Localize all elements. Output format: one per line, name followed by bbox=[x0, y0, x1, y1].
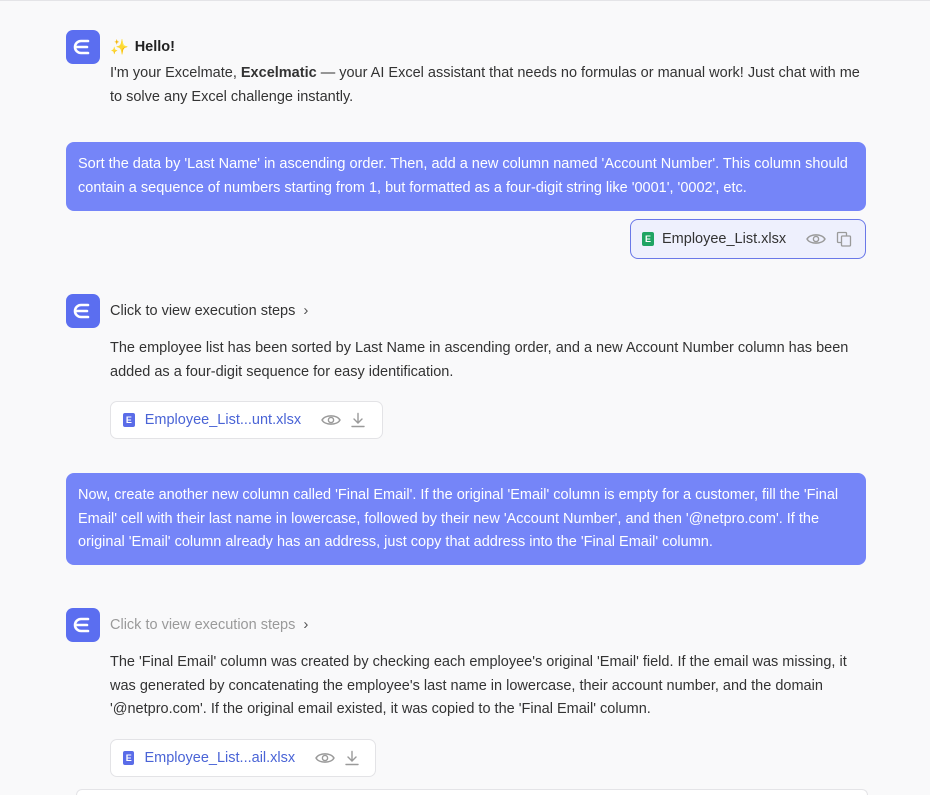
result-filename[interactable]: Employee_List...ail.xlsx bbox=[144, 750, 295, 766]
excelmatic-logo-icon bbox=[66, 30, 100, 64]
excel-file-icon: E bbox=[642, 232, 654, 246]
chevron-right-icon: › bbox=[303, 302, 309, 319]
assistant-reply: The 'Final Email' column was created by … bbox=[110, 654, 847, 717]
result-filename[interactable]: Employee_List...unt.xlsx bbox=[145, 412, 301, 428]
input-panel-edge bbox=[76, 789, 868, 795]
excel-file-icon: E bbox=[123, 413, 135, 427]
excelmatic-logo-icon bbox=[66, 608, 100, 642]
execution-steps-label: Click to view execution steps bbox=[110, 616, 296, 633]
chevron-right-icon: › bbox=[303, 616, 309, 633]
user-message: Now, create another new column called 'F… bbox=[66, 473, 866, 565]
view-execution-steps-link[interactable]: Click to view execution steps › bbox=[110, 616, 308, 633]
eye-icon[interactable] bbox=[804, 227, 828, 251]
result-file-card[interactable]: E Employee_List...unt.xlsx bbox=[110, 401, 383, 439]
greeting-intro: I'm your Excelmate, Excelmatic — your AI… bbox=[110, 62, 870, 109]
intro-prefix: I'm your Excelmate, bbox=[110, 65, 241, 81]
greeting-title: ✨ Hello! bbox=[110, 38, 175, 56]
result-file-card[interactable]: E Employee_List...ail.xlsx bbox=[110, 739, 376, 777]
user-message: Sort the data by 'Last Name' in ascendin… bbox=[66, 142, 866, 211]
greeting-title-text: Hello! bbox=[134, 39, 175, 55]
download-icon[interactable] bbox=[340, 746, 363, 770]
top-divider bbox=[0, 0, 930, 1]
eye-icon[interactable] bbox=[319, 408, 342, 432]
excel-file-icon: E bbox=[123, 751, 135, 765]
attachment-card[interactable]: E Employee_List.xlsx bbox=[630, 219, 866, 259]
sparkle-icon: ✨ bbox=[110, 39, 129, 56]
eye-icon[interactable] bbox=[313, 746, 336, 770]
brand-name: Excelmatic bbox=[240, 65, 317, 81]
attachment-filename: Employee_List.xlsx bbox=[662, 231, 787, 247]
assistant-reply: The employee list has been sorted by Las… bbox=[110, 340, 849, 380]
view-execution-steps-link[interactable]: Click to view execution steps › bbox=[110, 302, 308, 319]
excelmatic-logo-icon bbox=[66, 294, 100, 328]
download-icon[interactable] bbox=[347, 408, 370, 432]
copy-icon[interactable] bbox=[832, 227, 856, 251]
execution-steps-label: Click to view execution steps bbox=[110, 302, 296, 319]
